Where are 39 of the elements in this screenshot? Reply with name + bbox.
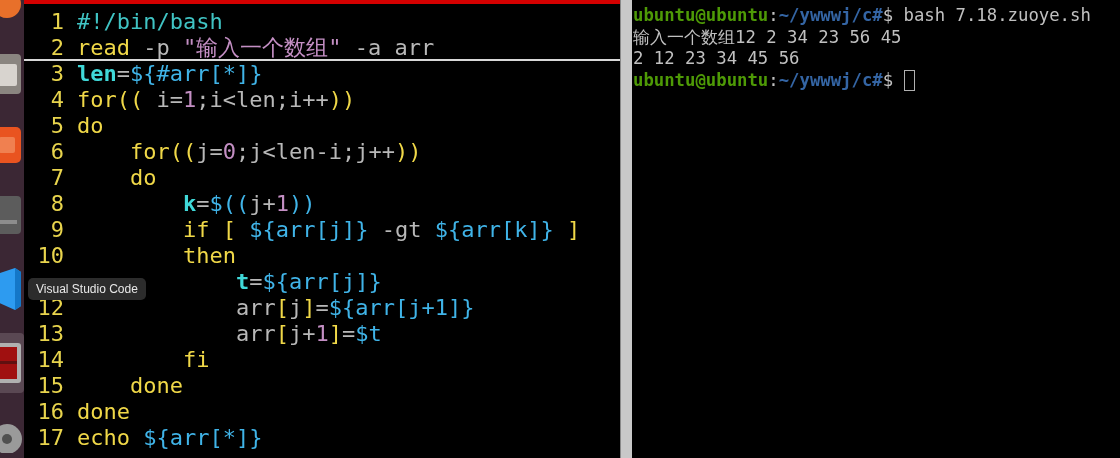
terminal-line: 输入一个数组12 2 34 23 56 45 [633,26,902,48]
code-line: do [77,113,104,139]
terminal-line: ubuntu@ubuntu:~/ywwwj/c#$ bash 7.18.zuoye.sh [633,5,1091,27]
code-line: fi [182,347,210,373]
line-number: 10 [36,243,65,269]
dock-item[interactable] [0,333,24,393]
code-line: arr[j]=${arr[j+1]} [235,295,475,321]
line-number: 17 [36,425,65,451]
code-line: for(( i=1;i<len;i++)) [77,87,356,113]
line-number: 16 [36,399,65,425]
code-line: for((j=0;j<len-i;j++)) [130,139,422,165]
line-number: 8 [49,191,65,217]
terminal-line: 2 12 23 34 45 56 [633,48,800,70]
code-line: done [77,399,130,425]
line-number: 4 [49,87,65,113]
code-line: if [ ${arr[j]} -gt ${arr[k]} ] [182,217,581,243]
line-number: 2 [49,35,65,61]
tooltip: Visual Studio Code [28,278,146,300]
terminal-line: ubuntu@ubuntu:~/ywwwj/c#$ [633,69,895,91]
code-line: done [130,373,183,399]
line-number: 1 [49,9,65,35]
line-number: 3 [49,61,65,87]
line-number: 6 [49,139,65,165]
line-number: 13 [36,321,65,347]
line-number: 14 [36,347,65,373]
code-line: k=$((j+1)) [182,191,316,217]
code-line: echo ${arr[*]} [77,425,263,451]
code-line: t=${arr[j]} [235,269,382,295]
code-line: arr[j+1]=$t [235,321,382,347]
code-line: #!/bin/bash [77,9,223,35]
line-number: 9 [49,217,65,243]
code-line: read -p "输入一个数组" -a arr [77,35,435,61]
line-number: 5 [49,113,65,139]
scrollbar[interactable] [620,0,632,458]
code-line: len=${#arr[*]} [77,61,263,87]
code-line: then [182,243,236,269]
line-number: 15 [36,373,65,399]
code-line: do [130,165,157,191]
line-number: 7 [49,165,65,191]
